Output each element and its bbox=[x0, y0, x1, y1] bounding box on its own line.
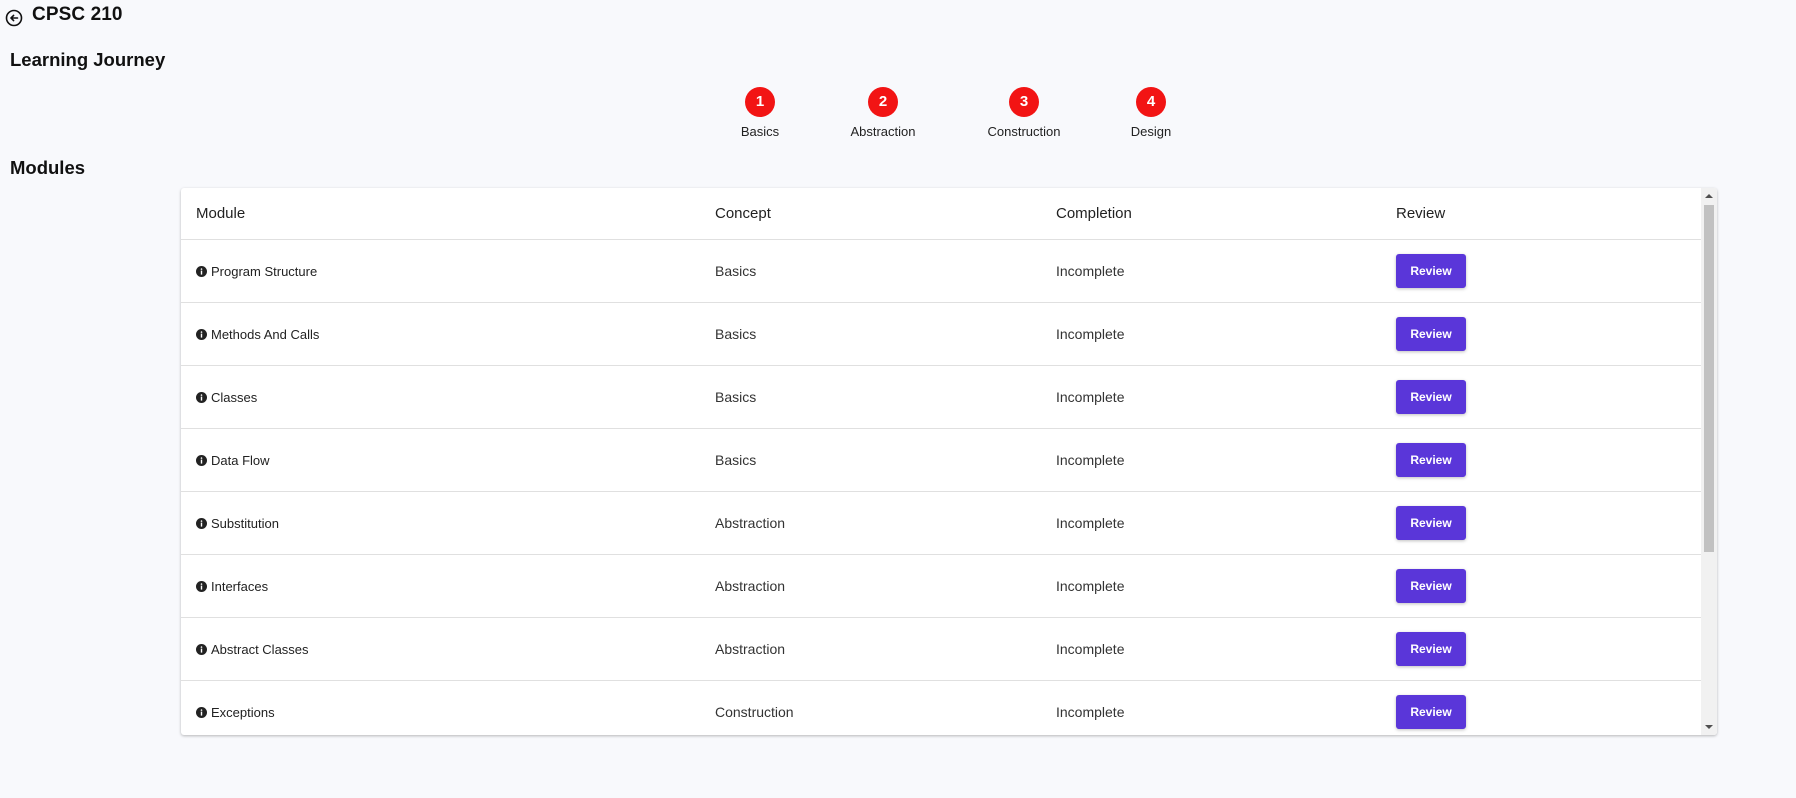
completion-cell: Incomplete bbox=[1056, 263, 1125, 279]
info-icon[interactable] bbox=[196, 643, 207, 655]
column-header-module: Module bbox=[196, 205, 246, 222]
info-icon[interactable] bbox=[196, 265, 207, 277]
review-button[interactable]: Review bbox=[1396, 317, 1466, 351]
module-name: Classes bbox=[211, 389, 258, 405]
table-row: Data Flow Basics Incomplete Review bbox=[181, 429, 1701, 492]
table-row: Interfaces Abstraction Incomplete Review bbox=[181, 555, 1701, 618]
column-header-review: Review bbox=[1396, 205, 1446, 222]
review-cell: Review bbox=[1396, 695, 1701, 729]
step-design[interactable]: 4 Design bbox=[1091, 87, 1211, 139]
modules-table-body: Module Concept Completion Review Program… bbox=[181, 188, 1701, 735]
completion-cell: Incomplete bbox=[1056, 641, 1125, 657]
step-label: Design bbox=[1130, 124, 1172, 139]
completion-cell: Incomplete bbox=[1056, 515, 1125, 531]
module-name: Program Structure bbox=[211, 263, 318, 279]
review-button[interactable]: Review bbox=[1396, 254, 1466, 288]
completion-cell: Incomplete bbox=[1056, 326, 1125, 342]
step-label: Construction bbox=[987, 124, 1061, 139]
review-cell: Review bbox=[1396, 632, 1701, 666]
course-title: CPSC 210 bbox=[32, 4, 123, 25]
step-abstraction[interactable]: 2 Abstraction bbox=[823, 87, 943, 139]
learning-journey-stepper: 1 Basics 2 Abstraction 3 Construction 4 … bbox=[0, 87, 1796, 147]
step-label: Abstraction bbox=[850, 124, 916, 139]
table-row: Classes Basics Incomplete Review bbox=[181, 366, 1701, 429]
completion-cell: Incomplete bbox=[1056, 578, 1125, 594]
module-cell: Classes bbox=[181, 390, 715, 405]
back-arrow-circle-icon[interactable] bbox=[4, 8, 24, 28]
concept-cell: Abstraction bbox=[715, 578, 786, 594]
column-header-completion: Completion bbox=[1056, 205, 1132, 222]
modules-heading: Modules bbox=[10, 157, 86, 178]
step-construction[interactable]: 3 Construction bbox=[964, 87, 1084, 139]
step-basics[interactable]: 1 Basics bbox=[700, 87, 820, 139]
table-row: Substitution Abstraction Incomplete Revi… bbox=[181, 492, 1701, 555]
scroll-up-arrow-icon[interactable] bbox=[1701, 188, 1717, 204]
module-cell: Data Flow bbox=[181, 453, 715, 468]
module-cell: Methods And Calls bbox=[181, 327, 715, 342]
concept-cell: Basics bbox=[715, 326, 757, 342]
review-button[interactable]: Review bbox=[1396, 443, 1466, 477]
table-header-row: Module Concept Completion Review bbox=[181, 188, 1701, 240]
completion-cell: Incomplete bbox=[1056, 452, 1125, 468]
table-row: Program Structure Basics Incomplete Revi… bbox=[181, 240, 1701, 303]
info-icon[interactable] bbox=[196, 580, 207, 592]
completion-cell: Incomplete bbox=[1056, 704, 1125, 720]
scrollbar-thumb[interactable] bbox=[1704, 205, 1714, 552]
table-row: Methods And Calls Basics Incomplete Revi… bbox=[181, 303, 1701, 366]
module-name: Exceptions bbox=[211, 704, 275, 720]
review-button[interactable]: Review bbox=[1396, 695, 1466, 729]
info-icon[interactable] bbox=[196, 517, 207, 529]
module-cell: Program Structure bbox=[181, 264, 715, 279]
info-icon[interactable] bbox=[196, 391, 207, 403]
module-cell: Substitution bbox=[181, 516, 715, 531]
review-button[interactable]: Review bbox=[1396, 632, 1466, 666]
step-number-badge: 3 bbox=[1009, 87, 1039, 117]
course-header: CPSC 210 bbox=[4, 3, 123, 27]
table-scrollbar[interactable] bbox=[1701, 188, 1717, 735]
module-name: Methods And Calls bbox=[211, 326, 320, 342]
column-header-concept: Concept bbox=[715, 205, 771, 222]
module-name: Data Flow bbox=[211, 452, 270, 468]
module-cell: Exceptions bbox=[181, 705, 715, 720]
concept-cell: Basics bbox=[715, 263, 757, 279]
review-cell: Review bbox=[1396, 380, 1701, 414]
review-cell: Review bbox=[1396, 569, 1701, 603]
info-icon[interactable] bbox=[196, 706, 207, 718]
concept-cell: Abstraction bbox=[715, 641, 786, 657]
learning-journey-heading: Learning Journey bbox=[10, 49, 166, 70]
concept-cell: Abstraction bbox=[715, 515, 786, 531]
info-icon[interactable] bbox=[196, 454, 207, 466]
review-cell: Review bbox=[1396, 254, 1701, 288]
review-cell: Review bbox=[1396, 443, 1701, 477]
module-cell: Interfaces bbox=[181, 579, 715, 594]
table-row: Abstract Classes Abstraction Incomplete … bbox=[181, 618, 1701, 681]
review-cell: Review bbox=[1396, 506, 1701, 540]
review-button[interactable]: Review bbox=[1396, 506, 1466, 540]
review-button[interactable]: Review bbox=[1396, 380, 1466, 414]
concept-cell: Basics bbox=[715, 452, 757, 468]
info-icon[interactable] bbox=[196, 328, 207, 340]
concept-cell: Basics bbox=[715, 389, 757, 405]
concept-cell: Construction bbox=[715, 704, 794, 720]
scroll-down-arrow-icon[interactable] bbox=[1701, 719, 1717, 735]
step-label: Basics bbox=[740, 124, 780, 139]
review-cell: Review bbox=[1396, 317, 1701, 351]
step-number-badge: 4 bbox=[1136, 87, 1166, 117]
step-number-badge: 2 bbox=[868, 87, 898, 117]
review-button[interactable]: Review bbox=[1396, 569, 1466, 603]
modules-table: Module Concept Completion Review Program… bbox=[181, 188, 1717, 735]
module-name: Substitution bbox=[211, 515, 279, 531]
table-row: Exceptions Construction Incomplete Revie… bbox=[181, 681, 1701, 735]
module-name: Interfaces bbox=[211, 578, 269, 594]
step-number-badge: 1 bbox=[745, 87, 775, 117]
module-name: Abstract Classes bbox=[211, 641, 309, 657]
completion-cell: Incomplete bbox=[1056, 389, 1125, 405]
module-cell: Abstract Classes bbox=[181, 642, 715, 657]
